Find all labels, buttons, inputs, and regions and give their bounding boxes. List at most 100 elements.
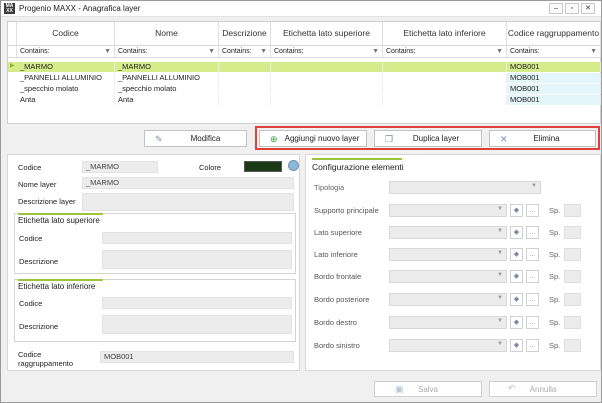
browse-button[interactable]: ... [526, 339, 539, 352]
sup-descrizione-field[interactable] [102, 250, 292, 269]
cell-etichetta-superiore[interactable] [271, 62, 383, 72]
filter-icon[interactable]: ▼ [590, 46, 597, 57]
browse-button[interactable]: ... [526, 248, 539, 261]
filter-icon[interactable]: ▼ [372, 46, 379, 57]
filter-icon[interactable]: ▼ [104, 46, 111, 57]
color-swatch[interactable] [244, 161, 282, 172]
cell-etichetta-inferiore[interactable] [383, 95, 507, 105]
config-row-select[interactable]: ▼ [389, 270, 507, 283]
spessore-field[interactable] [564, 339, 581, 352]
column-header-etichetta-superiore[interactable]: Etichetta lato superiore [271, 22, 383, 46]
cancel-button[interactable]: ↶ Annulla [489, 381, 597, 397]
filter-descrizione[interactable]: Contains: ▼ [219, 46, 271, 58]
cell-etichetta-inferiore[interactable] [383, 84, 507, 94]
save-button[interactable]: ▣ Salva [374, 381, 482, 397]
cell-codice-raggruppamento[interactable]: MOB001 [507, 84, 601, 94]
column-header-descrizione[interactable]: Descrizione [219, 22, 271, 46]
descrizione-layer-label: Descrizione layer [18, 197, 76, 206]
spessore-field[interactable] [564, 204, 581, 217]
browse-button[interactable]: ... [526, 270, 539, 283]
eraser-icon[interactable]: ◆ [510, 316, 523, 329]
cell-etichetta-superiore[interactable] [271, 84, 383, 94]
codice-field[interactable]: _MARMO [82, 161, 158, 173]
filter-etichetta-inferiore[interactable]: Contains: ▼ [383, 46, 507, 58]
filter-codice[interactable]: Contains: ▼ [17, 46, 115, 58]
table-row[interactable]: ▶ _MARMO _MARMO MOB001 [8, 62, 601, 72]
cell-descrizione[interactable] [219, 95, 271, 105]
eraser-icon[interactable]: ◆ [510, 293, 523, 306]
config-row-select[interactable]: ▼ [389, 339, 507, 352]
current-row-arrow-icon: ▶ [10, 63, 15, 69]
cell-codice[interactable]: _specchio molato [17, 84, 115, 94]
sp-label: Sp. [549, 206, 561, 215]
eraser-icon[interactable]: ◆ [510, 248, 523, 261]
undo-icon: ↶ [508, 383, 516, 393]
column-header-nome[interactable]: Nome [115, 22, 219, 46]
spessore-field[interactable] [564, 293, 581, 306]
config-row-select[interactable]: ▼ [389, 204, 507, 217]
cell-descrizione[interactable] [219, 62, 271, 72]
modifica-button[interactable]: ✎ Modifica [144, 130, 247, 147]
browse-button[interactable]: ... [526, 204, 539, 217]
filter-icon[interactable]: ▼ [208, 46, 215, 57]
minimize-button[interactable]: – [549, 3, 563, 14]
table-row[interactable]: _specchio molato _specchio molato MOB001 [8, 84, 601, 94]
column-header-codice-raggruppamento[interactable]: Codice raggruppamento [507, 22, 601, 46]
inf-descrizione-field[interactable] [102, 315, 292, 334]
nome-layer-label: Nome layer [18, 180, 57, 189]
cell-descrizione[interactable] [219, 73, 271, 83]
config-row-select[interactable]: ▼ [389, 316, 507, 329]
save-label: Salva [417, 384, 438, 394]
browse-button[interactable]: ... [526, 293, 539, 306]
column-header-etichetta-inferiore[interactable]: Etichetta lato inferiore [383, 22, 507, 46]
cell-codice-raggruppamento[interactable]: MOB001 [507, 62, 601, 72]
cell-etichetta-superiore[interactable] [271, 95, 383, 105]
config-title: Configurazione elementi [312, 162, 404, 172]
close-button[interactable]: ✕ [581, 3, 595, 14]
config-row-select[interactable]: ▼ [389, 226, 507, 239]
raggruppamento-field[interactable]: MOB001 [100, 351, 294, 363]
nome-layer-field[interactable]: _MARMO [82, 177, 294, 189]
table-row[interactable]: _PANNELLI ALLUMINIO _PANNELLI ALLUMINIO … [8, 73, 601, 83]
maximize-button[interactable]: ▫ [565, 3, 579, 14]
cell-codice[interactable]: Anta [17, 95, 115, 105]
spessore-field[interactable] [564, 316, 581, 329]
cell-etichetta-inferiore[interactable] [383, 73, 507, 83]
spessore-field[interactable] [564, 248, 581, 261]
filter-nome[interactable]: Contains: ▼ [115, 46, 219, 58]
filter-etichetta-superiore[interactable]: Contains: ▼ [271, 46, 383, 58]
spessore-field[interactable] [564, 226, 581, 239]
filter-codice-raggruppamento[interactable]: Contains: ▼ [507, 46, 601, 58]
cell-codice[interactable]: _MARMO [17, 62, 115, 72]
cell-nome[interactable]: Anta [115, 95, 219, 105]
sup-codice-field[interactable] [102, 232, 292, 244]
spessore-field[interactable] [564, 270, 581, 283]
configurazione-panel: Configurazione elementi Tipologia ▼ Supp… [305, 154, 601, 371]
cell-descrizione[interactable] [219, 84, 271, 94]
config-row-select[interactable]: ▼ [389, 293, 507, 306]
cell-codice[interactable]: _PANNELLI ALLUMINIO [17, 73, 115, 83]
browse-button[interactable]: ... [526, 226, 539, 239]
cell-nome[interactable]: _specchio molato [115, 84, 219, 94]
descrizione-layer-field[interactable] [82, 193, 294, 211]
etichetta-superiore-group: Etichetta lato superiore Codice Descrizi… [14, 213, 296, 274]
eraser-icon[interactable]: ◆ [510, 270, 523, 283]
cell-codice-raggruppamento[interactable]: MOB001 [507, 95, 601, 105]
browse-button[interactable]: ... [526, 316, 539, 329]
cell-codice-raggruppamento[interactable]: MOB001 [507, 73, 601, 83]
cell-etichetta-superiore[interactable] [271, 73, 383, 83]
color-picker-icon[interactable] [288, 160, 299, 171]
config-row-select[interactable]: ▼ [389, 248, 507, 261]
tipologia-select[interactable]: ▼ [389, 181, 541, 194]
inf-codice-field[interactable] [102, 297, 292, 309]
filter-icon[interactable]: ▼ [496, 46, 503, 57]
column-header-codice[interactable]: Codice [17, 22, 115, 46]
cell-etichetta-inferiore[interactable] [383, 62, 507, 72]
table-row[interactable]: Anta Anta MOB001 [8, 95, 601, 105]
eraser-icon[interactable]: ◆ [510, 226, 523, 239]
eraser-icon[interactable]: ◆ [510, 204, 523, 217]
cell-nome[interactable]: _PANNELLI ALLUMINIO [115, 73, 219, 83]
filter-icon[interactable]: ▼ [260, 46, 267, 57]
cell-nome[interactable]: _MARMO [115, 62, 219, 72]
eraser-icon[interactable]: ◆ [510, 339, 523, 352]
